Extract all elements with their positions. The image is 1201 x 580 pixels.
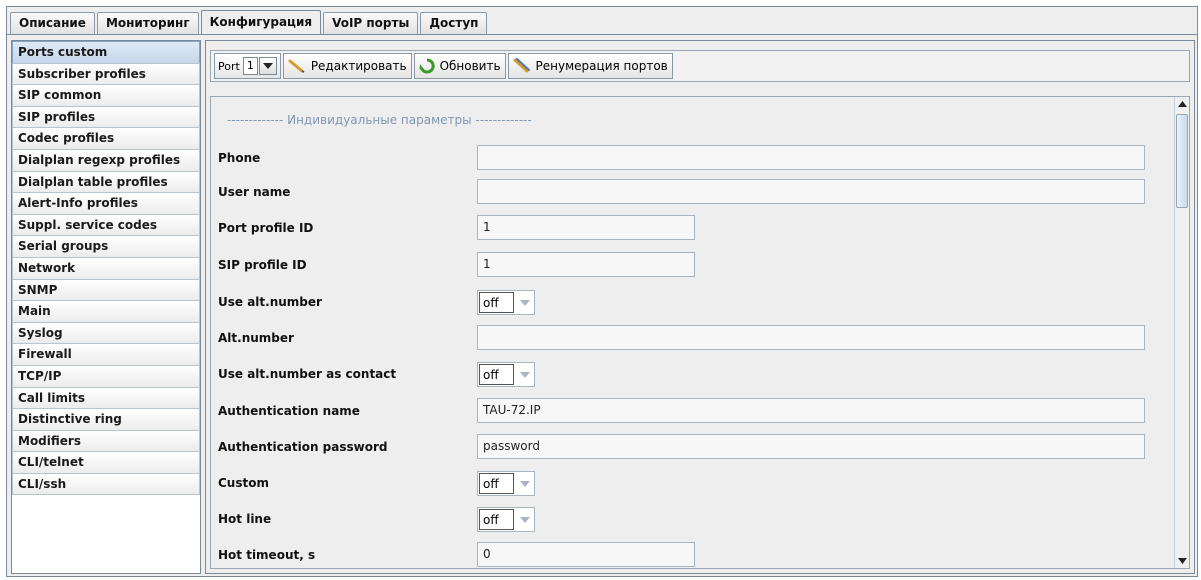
tab-monitoring[interactable]: Мониторинг (96, 12, 199, 34)
row-hot-timeout: Hot timeout, s 0 (211, 540, 1176, 568)
row-authentication-name: Authentication name TAU-72.IP (211, 396, 1176, 426)
authentication-name-field[interactable]: TAU-72.IP (477, 398, 1145, 423)
sip-profile-id-field[interactable]: 1 (477, 252, 695, 277)
renumber-ports-button[interactable]: Ренумерация портов (507, 53, 673, 79)
sidebar-item-distinctive-ring[interactable]: Distinctive ring (12, 408, 200, 431)
row-use-alt-number-as-contact: Use alt.number as contact off (211, 359, 1176, 389)
use-alt-number-select[interactable]: off (477, 290, 535, 315)
edit-button[interactable]: Редактировать (282, 53, 412, 79)
authentication-password-label: Authentication password (218, 440, 388, 454)
row-authentication-password: Authentication password password (211, 432, 1176, 462)
sidebar-item-serial-groups[interactable]: Serial groups (12, 235, 200, 258)
sidebar-item-tcp-ip[interactable]: TCP/IP (12, 364, 200, 388)
chevron-down-icon (515, 363, 534, 386)
sidebar-item-modifiers[interactable]: Modifiers (12, 429, 200, 453)
sidebar-item-network[interactable]: Network (12, 256, 200, 280)
tab-access[interactable]: Доступ (420, 12, 488, 34)
sidebar-item-firewall[interactable]: Firewall (12, 343, 200, 366)
use-alt-number-value: off (479, 292, 514, 313)
tab-description[interactable]: Описание (10, 12, 95, 34)
app-window: Описание Мониторинг Конфигурация VoIP по… (6, 6, 1198, 577)
settings-form: ------------- Индивидуальные параметры -… (210, 96, 1190, 569)
renumber-pencil-icon (513, 58, 530, 73)
refresh-icon (419, 58, 435, 74)
sidebar-item-cli-ssh[interactable]: CLI/ssh (12, 472, 200, 496)
hot-timeout-label: Hot timeout, s (218, 548, 316, 562)
sidebar-item-snmp[interactable]: SNMP (12, 278, 200, 302)
use-alt-number-as-contact-value: off (479, 364, 514, 385)
row-alt-number: Alt.number (211, 323, 1176, 353)
port-label: Port (218, 59, 240, 73)
sidebar-item-syslog[interactable]: Syslog (12, 321, 200, 345)
tab-configuration[interactable]: Конфигурация (200, 10, 322, 34)
chevron-down-icon (515, 508, 534, 531)
use-alt-number-as-contact-select[interactable]: off (477, 362, 535, 387)
sip-profile-id-label: SIP profile ID (218, 258, 307, 272)
edit-button-label: Редактировать (310, 59, 407, 73)
alt-number-field[interactable] (477, 325, 1145, 350)
main-tabs: Описание Мониторинг Конфигурация VoIP по… (10, 10, 489, 34)
scrollbar-thumb[interactable] (1176, 114, 1188, 208)
user-name-field[interactable] (477, 179, 1145, 204)
scroll-down-icon[interactable] (1175, 554, 1189, 568)
hot-line-select[interactable]: off (477, 507, 535, 532)
port-profile-id-label: Port profile ID (218, 221, 314, 235)
sidebar-item-dialplan-table-profiles[interactable]: Dialplan table profiles (12, 170, 200, 194)
sidebar-item-subscriber-profiles[interactable]: Subscriber profiles (12, 62, 200, 86)
pencil-icon (288, 59, 305, 73)
row-phone: Phone (211, 143, 1176, 173)
scroll-up-icon[interactable] (1175, 97, 1189, 111)
row-hot-line: Hot line off (211, 504, 1176, 534)
sidebar-item-ports-custom[interactable]: Ports custom (12, 41, 200, 64)
sidebar-item-sip-common[interactable]: SIP common (12, 84, 200, 107)
section-title: ------------- Индивидуальные параметры -… (227, 113, 532, 127)
vertical-scrollbar[interactable] (1174, 97, 1189, 568)
chevron-down-icon (515, 472, 534, 495)
sidebar-item-suppl-service-codes[interactable]: Suppl. service codes (12, 213, 200, 237)
use-alt-number-as-contact-label: Use alt.number as contact (218, 367, 397, 381)
use-alt-number-label: Use alt.number (218, 295, 322, 309)
sidebar: Ports custom Subscriber profiles SIP com… (11, 40, 201, 574)
custom-label: Custom (218, 476, 269, 490)
chevron-down-icon (515, 291, 534, 314)
user-name-label: User name (218, 185, 291, 199)
chevron-down-icon[interactable] (258, 57, 277, 75)
tabs-divider (7, 34, 1197, 35)
port-selector[interactable]: Port 1 (214, 53, 281, 79)
hot-line-label: Hot line (218, 512, 272, 526)
hot-line-value: off (479, 509, 514, 530)
sidebar-item-alert-info-profiles[interactable]: Alert-Info profiles (12, 192, 200, 215)
authentication-password-field[interactable]: password (477, 434, 1145, 459)
sidebar-item-codec-profiles[interactable]: Codec profiles (12, 127, 200, 150)
custom-value: off (479, 473, 514, 494)
custom-select[interactable]: off (477, 471, 535, 496)
renumber-ports-label: Ренумерация портов (535, 59, 668, 73)
sidebar-item-sip-profiles[interactable]: SIP profiles (12, 105, 200, 129)
row-user-name: User name (211, 177, 1176, 207)
sidebar-item-main[interactable]: Main (12, 300, 200, 323)
hot-timeout-field[interactable]: 0 (477, 542, 695, 567)
sidebar-item-cli-telnet[interactable]: CLI/telnet (12, 451, 200, 474)
refresh-button[interactable]: Обновить (413, 53, 506, 79)
row-use-alt-number: Use alt.number off (211, 287, 1176, 317)
sidebar-item-dialplan-regexp-profiles[interactable]: Dialplan regexp profiles (12, 148, 200, 172)
refresh-button-label: Обновить (439, 59, 501, 73)
port-profile-id-field[interactable]: 1 (477, 215, 695, 240)
phone-field[interactable] (477, 145, 1145, 170)
port-value[interactable]: 1 (242, 57, 258, 75)
tab-voip-ports[interactable]: VoIP порты (323, 12, 419, 34)
alt-number-label: Alt.number (218, 331, 294, 345)
row-port-profile-id: Port profile ID 1 (211, 213, 1176, 243)
authentication-name-label: Authentication name (218, 404, 360, 418)
phone-label: Phone (218, 151, 261, 165)
row-custom: Custom off (211, 468, 1176, 498)
toolbar: Port 1 Редактировать Обновить Ренумераци… (210, 50, 1190, 82)
sidebar-item-call-limits[interactable]: Call limits (12, 386, 200, 410)
main-panel: Port 1 Редактировать Обновить Ренумераци… (205, 40, 1195, 574)
row-sip-profile-id: SIP profile ID 1 (211, 250, 1176, 280)
